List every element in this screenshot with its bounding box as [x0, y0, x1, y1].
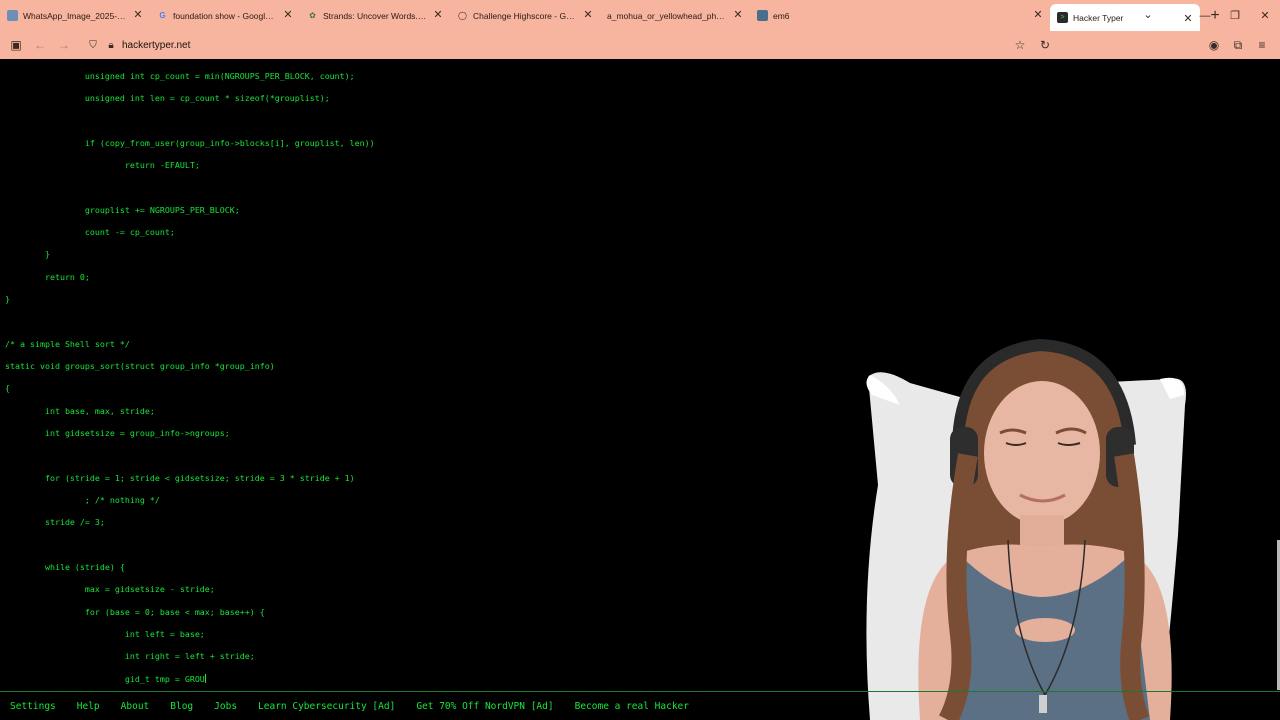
become-hacker-link[interactable]: Become a real Hacker	[575, 701, 689, 712]
url-text[interactable]: hackertyper.net	[122, 40, 190, 51]
text-cursor	[204, 674, 206, 683]
jobs-link[interactable]: Jobs	[214, 701, 237, 712]
tab-mohua-photo[interactable]: a_mohua_or_yellowhead_photo_by ✕	[600, 0, 750, 31]
tab-strip: WhatsApp_Image_2025-07-17_at_1 ✕ G found…	[0, 0, 1280, 31]
tab-strands[interactable]: ✿ Strands: Uncover Words. — The ✕	[300, 0, 450, 31]
code-line: stride /= 3;	[5, 517, 105, 527]
tab-label: em6	[773, 10, 790, 21]
tab-hacker-typer[interactable]: > Hacker Typer ✕	[1050, 4, 1200, 31]
sidebar-icon[interactable]: ▣	[4, 33, 28, 57]
code-line: }	[5, 294, 10, 304]
close-icon[interactable]: ✕	[582, 9, 594, 21]
settings-link[interactable]: Settings	[10, 701, 56, 712]
geoguessr-icon: ◯	[458, 11, 467, 20]
blog-link[interactable]: Blog	[170, 701, 193, 712]
code-line: unsigned int len = cp_count * sizeof(*gr…	[5, 93, 330, 103]
code-line: while (stride) {	[5, 562, 125, 572]
code-line-text: gid_t tmp = GROU	[5, 674, 205, 684]
tab-google-search[interactable]: G foundation show - Google Sear ✕	[150, 0, 300, 31]
account-icon[interactable]: ◉	[1202, 33, 1226, 57]
code-line: grouplist += NGROUPS_PER_BLOCK;	[5, 205, 240, 215]
code-line-current: gid_t tmp = GROU	[5, 674, 206, 685]
code-line: unsigned int cp_count = min(NGROUPS_PER_…	[5, 71, 355, 81]
code-line: max = gidsetsize - stride;	[5, 584, 215, 594]
tab-label: a_mohua_or_yellowhead_photo_by	[607, 10, 728, 21]
em6-icon	[757, 10, 768, 21]
code-line: return 0;	[5, 272, 90, 282]
close-icon[interactable]: ✕	[732, 9, 744, 21]
code-line: static void groups_sort(struct group_inf…	[5, 361, 275, 371]
tab-em6[interactable]: em6 ✕	[750, 0, 1050, 31]
tab-label: Strands: Uncover Words. — The	[323, 10, 428, 21]
strands-icon: ✿	[309, 11, 316, 20]
menu-icon[interactable]: ≡	[1250, 33, 1274, 57]
address-bar[interactable]: ⛉ 🔒︎ hackertyper.net	[86, 40, 190, 51]
code-line: int gidsetsize = group_info->ngroups;	[5, 428, 230, 438]
code-line: int right = left + stride;	[5, 651, 255, 661]
code-line: int left = base;	[5, 629, 205, 639]
code-line: count -= cp_count;	[5, 227, 175, 237]
face	[984, 381, 1100, 525]
back-icon[interactable]: ←	[28, 33, 52, 57]
code-line: return -EFAULT;	[5, 160, 200, 170]
close-icon[interactable]: ✕	[282, 9, 294, 21]
minimize-icon[interactable]: —	[1190, 10, 1220, 22]
tab-whatsapp-image[interactable]: WhatsApp_Image_2025-07-17_at_1 ✕	[0, 0, 150, 31]
tab-label: foundation show - Google Sear	[173, 10, 278, 21]
close-icon[interactable]: ✕	[132, 9, 144, 21]
footer-nav: Settings Help About Blog Jobs Learn Cybe…	[0, 692, 1280, 720]
terminal-icon: >	[1057, 12, 1068, 23]
code-line: for (stride = 1; stride < gidsetsize; st…	[5, 473, 355, 483]
learn-cybersecurity-ad-link[interactable]: Learn Cybersecurity [Ad]	[258, 701, 395, 712]
google-icon: G	[159, 11, 166, 20]
tab-geoguessr[interactable]: ◯ Challenge Highscore - GeoGue ✕	[450, 0, 600, 31]
close-icon[interactable]: ✕	[432, 9, 444, 21]
tab-label: WhatsApp_Image_2025-07-17_at_1	[23, 10, 128, 21]
lock-icon[interactable]: 🔒︎	[104, 40, 118, 51]
tab-label: Challenge Highscore - GeoGue	[473, 10, 578, 21]
braid-right	[1114, 453, 1150, 720]
restore-icon[interactable]: ❐	[1220, 9, 1250, 22]
window-controls: — ❐ ✕	[1190, 0, 1280, 31]
toolbar-right: ◉ ⧉ ≡	[1202, 33, 1274, 57]
forward-icon[interactable]: →	[52, 33, 76, 57]
image-icon	[7, 10, 18, 21]
close-window-icon[interactable]: ✕	[1250, 9, 1280, 22]
code-line: int base, max, stride;	[5, 406, 155, 416]
shield-icon[interactable]: ⛉	[86, 40, 100, 51]
reload-icon[interactable]: ↻	[1033, 33, 1057, 57]
extensions-icon[interactable]: ⧉	[1226, 33, 1250, 57]
code-line: /* a simple Shell sort */	[5, 339, 130, 349]
tab-label: Hacker Typer	[1073, 12, 1124, 23]
about-link[interactable]: About	[121, 701, 150, 712]
code-line: if (copy_from_user(group_info->blocks[i]…	[5, 138, 375, 148]
bookmark-star-icon[interactable]: ☆	[1008, 33, 1032, 57]
nordvpn-ad-link[interactable]: Get 70% Off NordVPN [Ad]	[416, 701, 553, 712]
code-line: }	[5, 249, 50, 259]
navigation-bar: ▣ ← → ⛉ 🔒︎ hackertyper.net ☆ ↻ ◉ ⧉ ≡	[0, 31, 1280, 59]
code-line: ; /* nothing */	[5, 495, 160, 505]
close-icon[interactable]: ✕	[1032, 9, 1044, 21]
code-line: for (base = 0; base < max; base++) {	[5, 607, 265, 617]
code-line: {	[5, 383, 10, 393]
chevron-down-icon[interactable]: ⌄	[1140, 8, 1156, 24]
help-link[interactable]: Help	[77, 701, 100, 712]
webcam-overlay	[866, 338, 1186, 720]
